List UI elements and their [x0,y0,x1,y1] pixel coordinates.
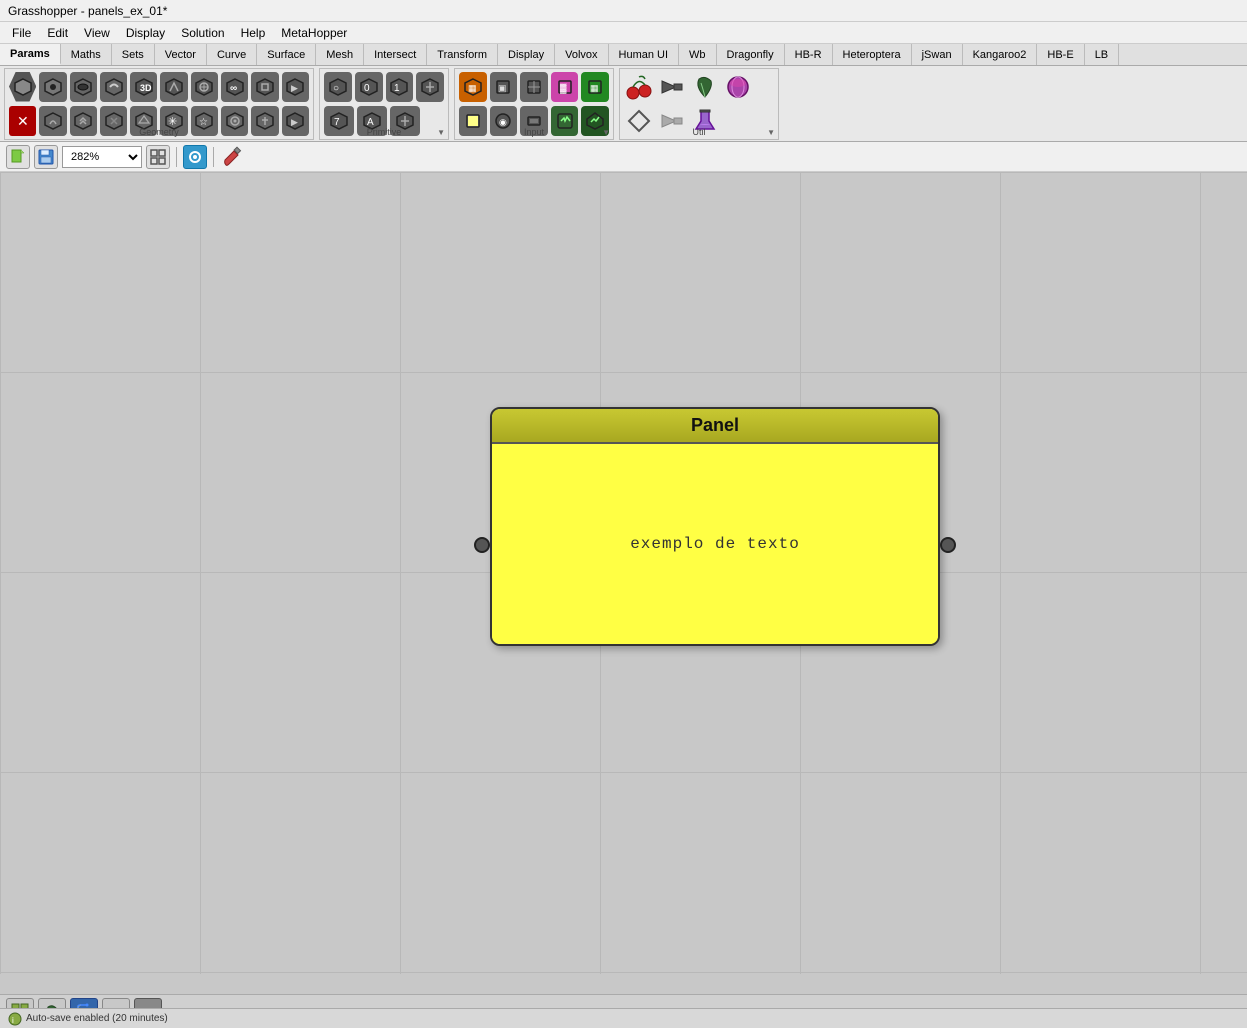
input-group: ▦ ▣ ▓ ▦ ◉ [454,68,614,140]
app-title: Grasshopper - panels_ex_01* [8,4,167,18]
menu-bar: File Edit View Display Solution Help Met… [0,22,1247,44]
paint-button[interactable] [220,145,244,169]
prim-icon-1[interactable]: ○ [324,72,352,102]
menu-file[interactable]: File [4,24,39,42]
util-icon-arrow[interactable] [657,72,687,102]
util-icon-ball[interactable] [723,72,753,102]
svg-text:○: ○ [333,83,339,94]
menu-metahopper[interactable]: MetaHopper [273,24,355,42]
tab-sets[interactable]: Sets [112,44,155,65]
prim-icon-4[interactable] [416,72,444,102]
util-icon-cherry[interactable] [624,72,654,102]
input-group-label: Input [455,127,613,137]
svg-text:0: 0 [364,83,370,94]
tab-jswan[interactable]: jSwan [912,44,963,65]
svg-text:▦: ▦ [590,83,599,93]
tab-humanui[interactable]: Human UI [609,44,680,65]
gh-panel-content: exemplo de texto [630,535,800,553]
svg-text:∞: ∞ [230,83,237,94]
svg-text:◉: ◉ [499,117,507,127]
svg-text:1: 1 [394,83,400,94]
tab-mesh[interactable]: Mesh [316,44,364,65]
primitive-group-label: Primitive [320,127,448,137]
input-icon-3[interactable] [520,72,548,102]
geom-icon-3[interactable] [70,72,97,102]
geom-icon-1[interactable] [9,72,36,102]
tab-surface[interactable]: Surface [257,44,316,65]
menu-help[interactable]: Help [233,24,274,42]
main-toolbar: 3D ∞ ▶ ✕ [0,66,1247,142]
geom-icon-7[interactable] [191,72,218,102]
separator-2 [213,147,214,167]
svg-text:▶: ▶ [291,83,298,93]
zoom-fit-button[interactable] [146,145,170,169]
status-icon: i [8,1012,22,1026]
tab-params[interactable]: Params [0,44,61,65]
gh-panel-body[interactable]: exemplo de texto [492,444,938,644]
gh-panel-component[interactable]: Panel exemplo de texto [490,407,940,682]
view-button[interactable] [183,145,207,169]
svg-text:▶: ▶ [291,117,298,127]
menu-edit[interactable]: Edit [39,24,76,42]
tab-dragonfly[interactable]: Dragonfly [717,44,785,65]
canvas-area[interactable]: Panel exemplo de texto [0,172,1247,974]
panel-input-connector[interactable] [474,537,490,553]
geom-icon-6[interactable] [160,72,187,102]
menu-solution[interactable]: Solution [173,24,232,42]
save-button[interactable] [34,145,58,169]
tab-display[interactable]: Display [498,44,555,65]
status-text: Auto-save enabled (20 minutes) [26,1013,168,1024]
tab-hbe[interactable]: HB-E [1037,44,1084,65]
geom-icon-10[interactable]: ▶ [282,72,309,102]
util-group: Util ▼ [619,68,779,140]
tab-maths[interactable]: Maths [61,44,112,65]
title-bar: Grasshopper - panels_ex_01* [0,0,1247,22]
geom-icon-5[interactable]: 3D [130,72,157,102]
geom-icon-8[interactable]: ∞ [221,72,248,102]
gh-panel-header: Panel [492,409,938,444]
tab-wb[interactable]: Wb [679,44,717,65]
input-icon-2[interactable]: ▣ [490,72,518,102]
svg-text:i: i [12,1016,14,1025]
svg-text:▦: ▦ [468,83,477,93]
tab-curve[interactable]: Curve [207,44,257,65]
input-icon-1[interactable]: ▦ [459,72,487,102]
gh-panel-wrapper: Panel exemplo de texto [490,407,940,646]
geom-icon-2[interactable] [39,72,66,102]
geometry-group: 3D ∞ ▶ ✕ [4,68,314,140]
util-icon-leaf[interactable] [690,72,720,102]
tab-volvox[interactable]: Volvox [555,44,608,65]
new-file-button[interactable] [6,145,30,169]
menu-display[interactable]: Display [118,24,173,42]
geom-icon-4[interactable] [100,72,127,102]
tab-heteroptera[interactable]: Heteroptera [833,44,912,65]
separator-1 [176,147,177,167]
svg-text:▓: ▓ [560,83,567,94]
primitive-group: ○ 0 1 7 A Primitive ▼ [319,68,449,140]
svg-text:3D: 3D [140,83,152,93]
menu-view[interactable]: View [76,24,118,42]
tab-transform[interactable]: Transform [427,44,498,65]
prim-icon-3[interactable]: 1 [386,72,414,102]
input-icon-4[interactable]: ▓ [551,72,579,102]
gh-panel-title: Panel [691,415,739,435]
prim-icon-2[interactable]: 0 [355,72,383,102]
geom-icon-9[interactable] [251,72,278,102]
tab-bar: Params Maths Sets Vector Curve Surface M… [0,44,1247,66]
input-icon-5[interactable]: ▦ [581,72,609,102]
status-bar: i Auto-save enabled (20 minutes) [0,1008,1247,1028]
tab-lb[interactable]: LB [1085,44,1119,65]
zoom-select[interactable]: 282% 100% 50% 200% [62,146,142,168]
svg-text:▣: ▣ [498,83,507,93]
tab-hbr[interactable]: HB-R [785,44,833,65]
util-group-label: Util [620,127,778,137]
panel-output-connector[interactable] [940,537,956,553]
tab-vector[interactable]: Vector [155,44,207,65]
canvas-toolbar: 282% 100% 50% 200% [0,142,1247,172]
tab-intersect[interactable]: Intersect [364,44,427,65]
geometry-group-label: Geometry [5,127,313,137]
tab-kangaroo2[interactable]: Kangaroo2 [963,44,1038,65]
